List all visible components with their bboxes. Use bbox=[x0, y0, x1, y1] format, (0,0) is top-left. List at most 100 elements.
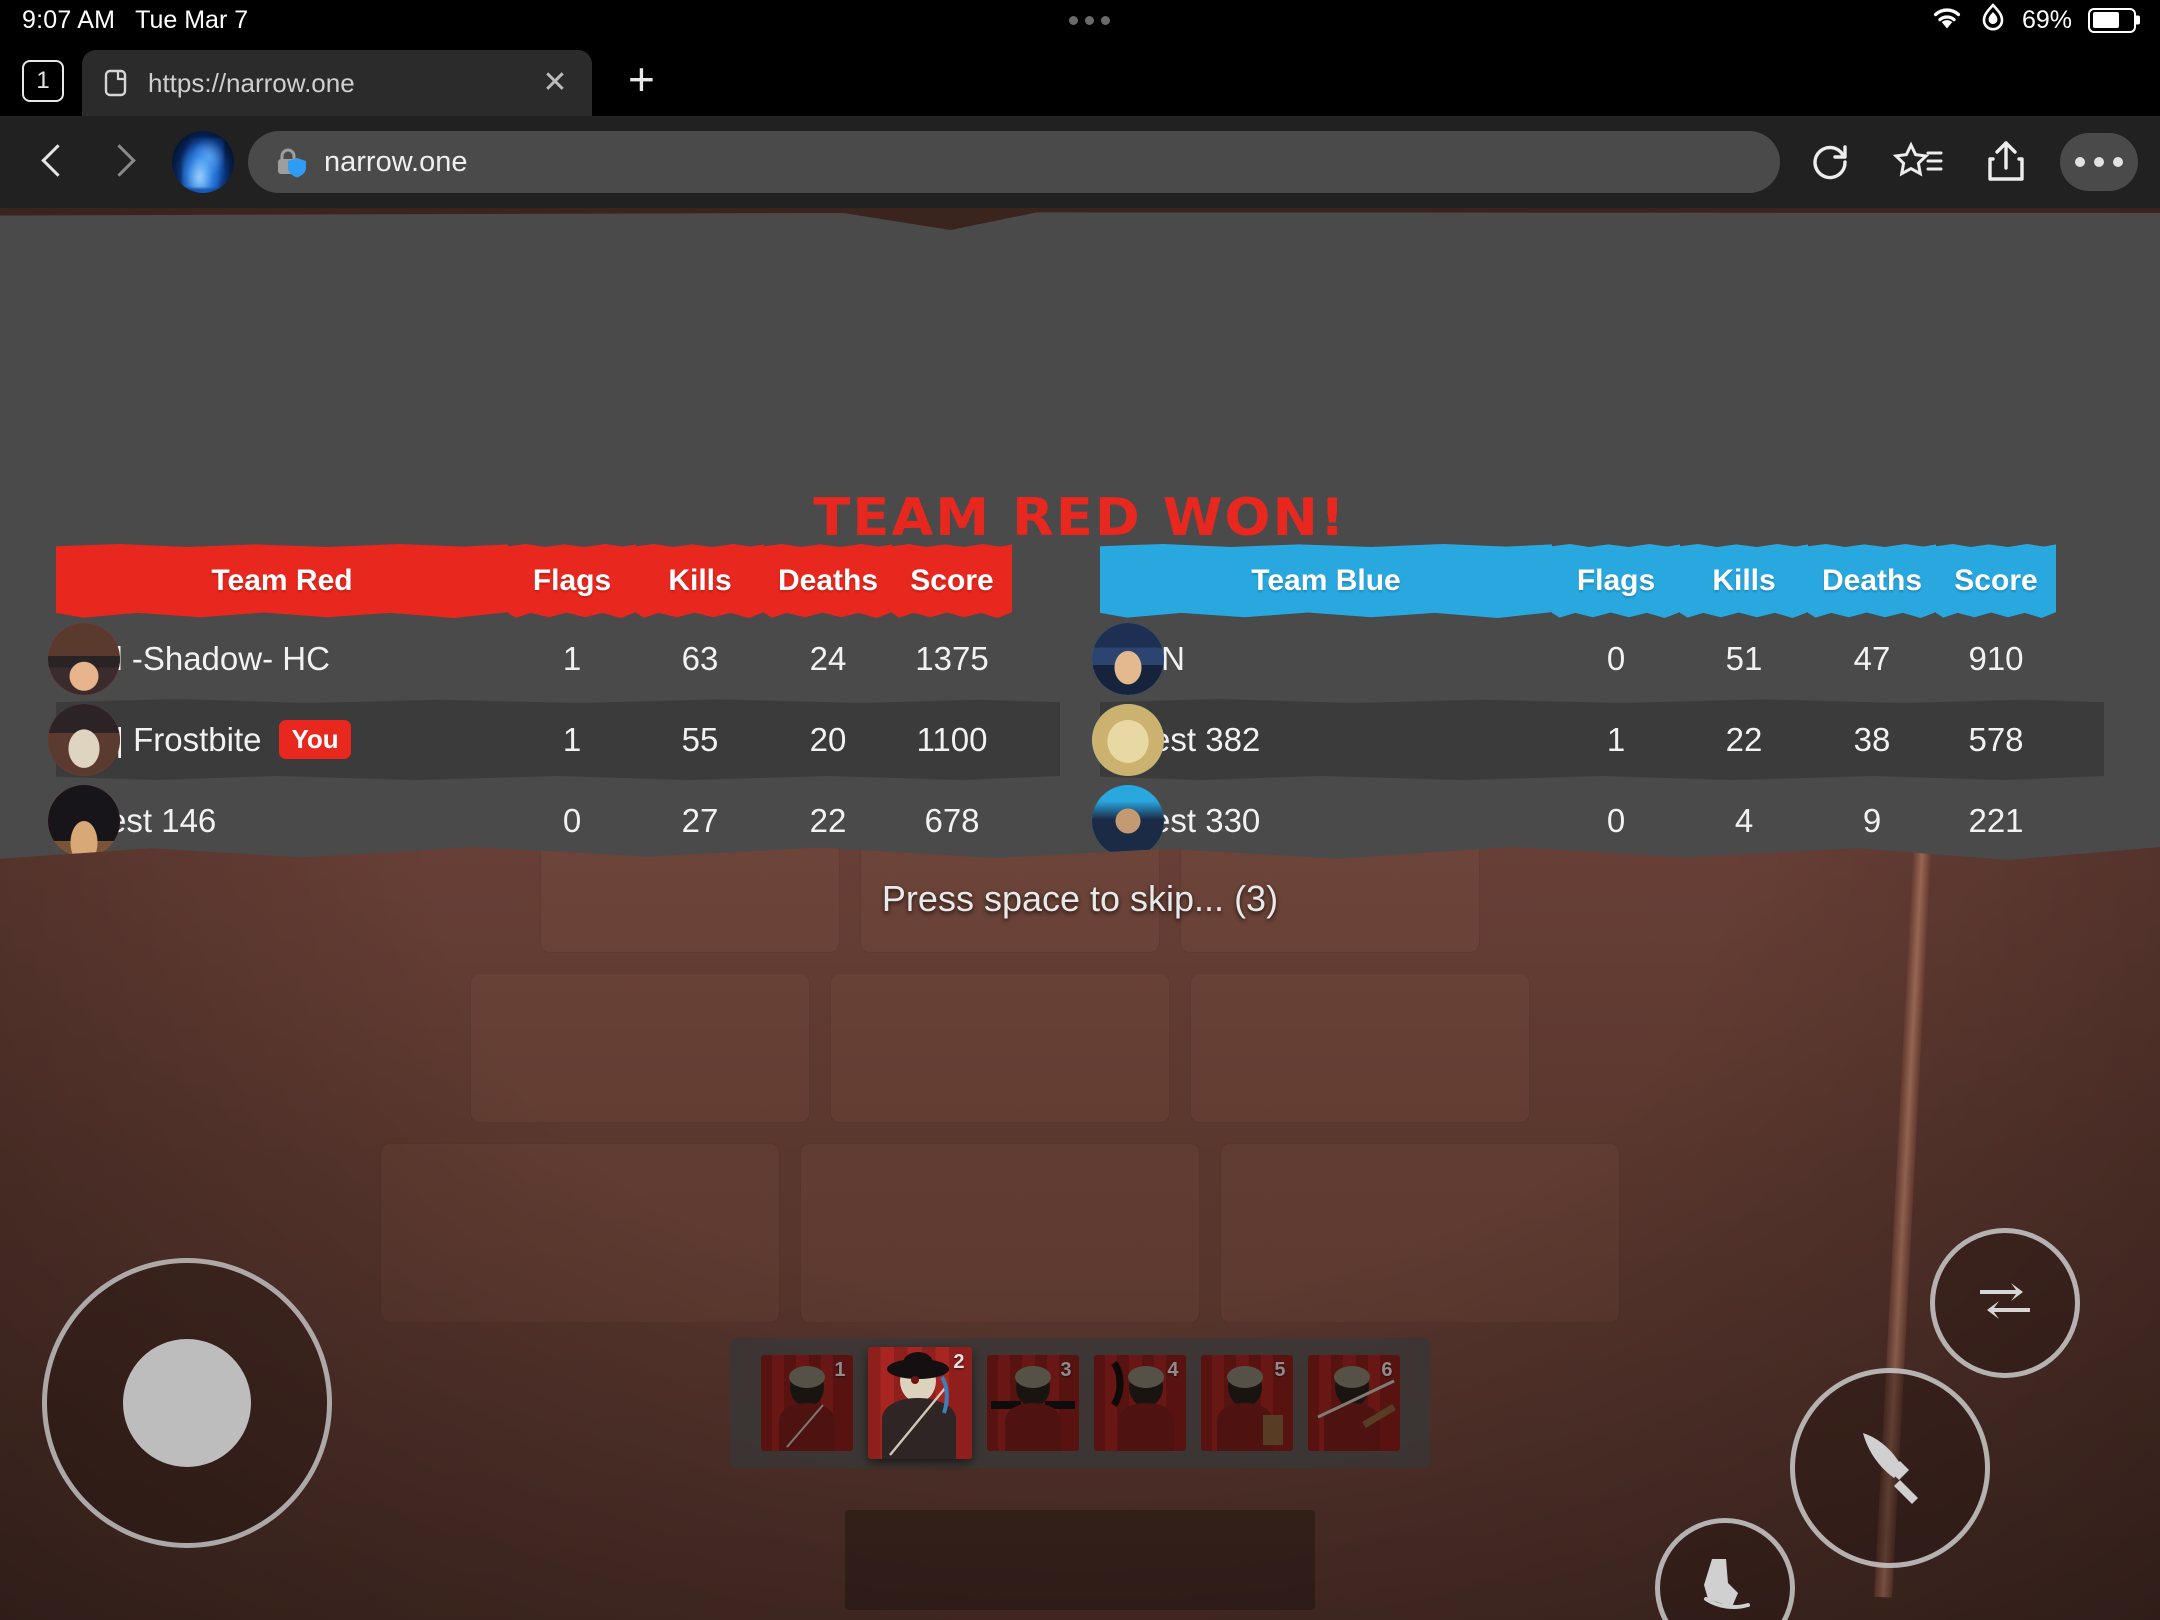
share-icon[interactable] bbox=[1968, 124, 2044, 200]
bookmark-star-icon[interactable] bbox=[1880, 124, 1956, 200]
wifi-icon bbox=[1930, 5, 1964, 36]
player-flags: 0 bbox=[1606, 639, 1626, 677]
forward-chevron-icon[interactable] bbox=[84, 131, 146, 193]
new-tab-button[interactable]: + bbox=[628, 56, 655, 102]
header-deaths-red: Deaths bbox=[764, 544, 892, 618]
player-name-cell: N1 l -Shadow- HC bbox=[64, 639, 330, 677]
status-time: 9:07 AM bbox=[22, 5, 116, 34]
player-deaths: 47 bbox=[1853, 639, 1891, 677]
player-name-cell: FINN bbox=[1100, 640, 1552, 678]
skip-prompt: Press space to skip... (3) bbox=[881, 878, 1279, 919]
swap-weapon-button[interactable] bbox=[1930, 1228, 2080, 1378]
profile-avatar-icon[interactable] bbox=[172, 131, 234, 193]
hotbar-slot-number: 6 bbox=[1381, 1359, 1393, 1381]
scoreboard-top-edge bbox=[0, 208, 2160, 230]
player-kills: 63 bbox=[681, 639, 719, 677]
player-score: 221 bbox=[1968, 801, 2024, 839]
hotbar-slot-number: 2 bbox=[953, 1351, 965, 1373]
battery-icon bbox=[2088, 7, 2136, 33]
header-flags-red: Flags bbox=[508, 544, 636, 618]
hotbar-slot-6[interactable]: 6 bbox=[1307, 1355, 1400, 1451]
player-name-cell: N1 | Frostbite You bbox=[56, 719, 508, 760]
status-date: Tue Mar 7 bbox=[135, 5, 249, 34]
header-team-name-red: Team Red bbox=[56, 544, 508, 618]
avatar-golden-mask bbox=[1092, 703, 1164, 776]
hotbar-slot-2[interactable]: 2 bbox=[867, 1347, 972, 1459]
url-text: narrow.one bbox=[324, 145, 468, 178]
tab-strip: 1 https://narrow.one ✕ + bbox=[0, 40, 2160, 116]
kick-foot-icon bbox=[1686, 1547, 1764, 1620]
dynamic-island-dots-icon bbox=[1068, 15, 1110, 25]
player-flags: 0 bbox=[562, 801, 582, 839]
hotbar-slot-number: 1 bbox=[834, 1359, 846, 1381]
do-not-disturb-icon bbox=[1980, 2, 2006, 38]
header-kills-blue: Kills bbox=[1680, 544, 1808, 618]
player-deaths: 22 bbox=[809, 801, 847, 839]
header-score-blue: Score bbox=[1936, 544, 2056, 618]
header-team-name-blue: Team Blue bbox=[1100, 544, 1552, 618]
status-bar-center bbox=[248, 15, 1930, 25]
table-row: Guest 330 0 4 9 221 bbox=[1092, 780, 2104, 860]
avatar-plague-doctor bbox=[48, 703, 120, 776]
player-deaths: 9 bbox=[1862, 801, 1882, 839]
page-icon bbox=[104, 68, 130, 98]
player-deaths: 24 bbox=[809, 639, 847, 677]
hotbar-slot-number: 5 bbox=[1274, 1359, 1286, 1381]
player-flags: 1 bbox=[562, 639, 582, 677]
lock-shield-icon bbox=[274, 144, 308, 180]
reload-icon[interactable] bbox=[1792, 124, 1868, 200]
game-viewport: Press space to skip... (3) TEAM RED WON!… bbox=[0, 208, 2160, 1620]
weapon-hotbar: 1 2 3 4 5 6 bbox=[730, 1338, 1430, 1468]
table-row: Guest 146 0 27 22 678 bbox=[48, 780, 1060, 860]
player-score: 1375 bbox=[915, 639, 989, 677]
tab-count-button[interactable]: 1 bbox=[22, 60, 64, 102]
player-name-cell: Guest 382 bbox=[1108, 720, 1261, 758]
scoreboard-panel: TEAM RED WON! Team Red Flags Kills Death… bbox=[0, 208, 2160, 860]
hotbar-slot-3[interactable]: 3 bbox=[986, 1355, 1079, 1451]
player-score: 910 bbox=[1968, 639, 2024, 677]
spear-attack-icon bbox=[1835, 1411, 1945, 1526]
virtual-joystick[interactable] bbox=[42, 1258, 332, 1548]
battery-percent: 69% bbox=[2021, 5, 2072, 34]
avatar-ninja bbox=[48, 784, 120, 857]
player-deaths: 20 bbox=[809, 720, 847, 758]
joystick-knob[interactable] bbox=[123, 1339, 251, 1467]
hotbar-slot-number: 4 bbox=[1167, 1359, 1179, 1381]
avatar-hooded-figure bbox=[1092, 784, 1164, 857]
player-name-cell: Guest 330 bbox=[1108, 801, 1261, 839]
player-kills: 22 bbox=[1725, 720, 1763, 758]
table-row: FINN 0 51 47 910 bbox=[1092, 618, 2104, 699]
match-result-title: TEAM RED WON! bbox=[813, 488, 1347, 548]
player-deaths: 38 bbox=[1853, 720, 1891, 758]
hotbar-slot-number: 3 bbox=[1060, 1359, 1072, 1381]
status-bar-right: 69% bbox=[1930, 2, 2160, 38]
hotbar-slot-5[interactable]: 5 bbox=[1200, 1355, 1293, 1451]
table-header-red: Team Red Flags Kills Deaths Score bbox=[56, 544, 1060, 618]
player-score: 578 bbox=[1968, 720, 2024, 758]
search-input[interactable]: narrow.one bbox=[248, 131, 1780, 193]
player-name-cell: Guest 146 bbox=[64, 801, 217, 839]
table-row: Guest 382 1 22 38 578 bbox=[1092, 699, 2104, 780]
header-kills-red: Kills bbox=[636, 544, 764, 618]
back-chevron-icon[interactable] bbox=[22, 131, 84, 193]
hotbar-slot-1[interactable]: 1 bbox=[760, 1355, 853, 1451]
close-icon[interactable]: ✕ bbox=[540, 68, 570, 98]
more-options-icon[interactable] bbox=[2060, 133, 2138, 191]
bottom-hud-panel bbox=[845, 1510, 1315, 1610]
avatar-viking-helmet bbox=[1092, 622, 1164, 695]
hotbar-slot-4[interactable]: 4 bbox=[1093, 1355, 1186, 1451]
avatar-witch-hat bbox=[48, 622, 120, 695]
player-score: 1100 bbox=[916, 720, 988, 758]
player-kills: 27 bbox=[681, 801, 719, 839]
you-badge: You bbox=[279, 719, 351, 760]
header-score-red: Score bbox=[892, 544, 1012, 618]
header-flags-blue: Flags bbox=[1552, 544, 1680, 618]
browser-toolbar: narrow.one bbox=[0, 116, 2160, 208]
table-header-blue: Team Blue Flags Kills Deaths Score bbox=[1100, 544, 2104, 618]
attack-button[interactable] bbox=[1790, 1368, 1990, 1568]
table-row: N1 l -Shadow- HC 1 63 24 1375 bbox=[48, 618, 1060, 699]
browser-tab[interactable]: https://narrow.one ✕ bbox=[82, 50, 592, 116]
header-deaths-blue: Deaths bbox=[1808, 544, 1936, 618]
player-kills: 51 bbox=[1725, 639, 1763, 677]
table-row: N1 | Frostbite You 1 55 20 1100 bbox=[48, 699, 1060, 780]
